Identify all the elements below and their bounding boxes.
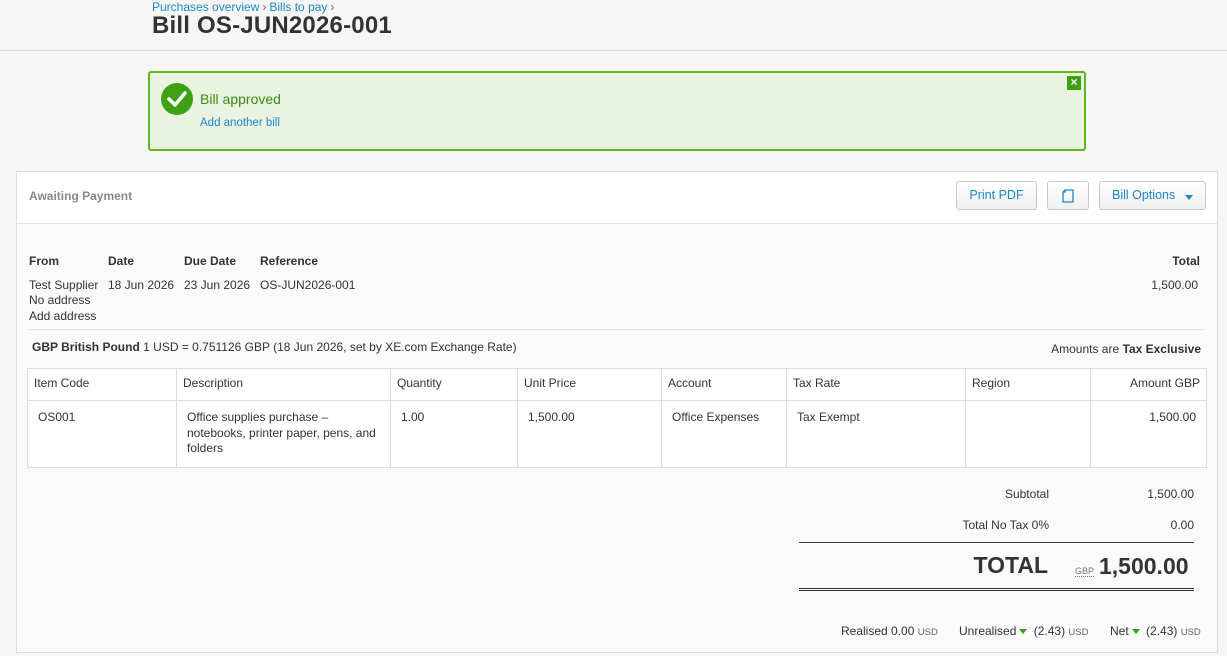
net-label: Net xyxy=(1110,624,1129,638)
table-header-row: Item Code Description Quantity Unit Pric… xyxy=(27,368,1207,401)
cell-amount: 1,500.00 xyxy=(1090,400,1207,468)
grand-total-currency: GBP xyxy=(1075,566,1095,577)
unrealised-label: Unrealised xyxy=(959,624,1017,638)
grand-total-label: TOTAL xyxy=(973,552,1048,578)
caret-down-icon xyxy=(1019,628,1028,634)
copy-icon xyxy=(1062,189,1074,203)
no-address-text: No address xyxy=(29,293,91,307)
tax-mode: Amounts are Tax Exclusive xyxy=(1051,342,1201,356)
tax-total-value: 0.00 xyxy=(1170,518,1194,532)
net-gain[interactable]: Net (2.43) USD xyxy=(1110,624,1201,638)
grand-total-value: 1,500.00 xyxy=(1099,553,1189,579)
page-title: Bill OS-JUN2026-001 xyxy=(152,12,392,39)
col-unit-price: Unit Price xyxy=(517,368,662,401)
close-icon[interactable]: × xyxy=(1067,76,1081,90)
bill-reference: OS-JUN2026-001 xyxy=(260,278,356,292)
total-rule-top xyxy=(799,542,1194,543)
total-heading: Total xyxy=(1172,254,1200,268)
cell-unit-price: 1,500.00 xyxy=(517,400,662,468)
tax-mode-value: Tax Exclusive xyxy=(1122,342,1202,356)
exchange-rate: 1 USD = 0.751126 GBP (18 Jun 2026, set b… xyxy=(143,340,517,354)
add-address-link[interactable]: Add address xyxy=(29,309,96,323)
add-another-bill-link[interactable]: Add another bill xyxy=(200,117,280,129)
due-date-heading: Due Date xyxy=(184,254,237,268)
divider xyxy=(29,329,1204,330)
unrealised-value: (2.43) xyxy=(1033,624,1066,638)
col-item-code: Item Code xyxy=(27,368,177,401)
col-region: Region xyxy=(965,368,1091,401)
unrealised-currency: USD xyxy=(1068,627,1089,638)
realised-label: Realised xyxy=(841,624,888,638)
status-label: Awaiting Payment xyxy=(29,189,133,203)
col-account: Account xyxy=(661,368,787,401)
cell-quantity: 1.00 xyxy=(390,400,518,468)
table-row[interactable]: OS001 Office supplies purchase – noteboo… xyxy=(27,400,1207,468)
line-items-table: Item Code Description Quantity Unit Pric… xyxy=(27,368,1207,468)
net-currency: USD xyxy=(1180,627,1201,638)
copy-button[interactable] xyxy=(1047,181,1089,210)
subtotal-value: 1,500.00 xyxy=(1147,487,1194,501)
cell-item-code: OS001 xyxy=(27,400,177,468)
bill-card: Awaiting Payment Print PDF Bill Options … xyxy=(16,171,1218,653)
check-circle-icon xyxy=(161,83,193,115)
realised-value: 0.00 xyxy=(891,624,915,638)
realised-currency: USD xyxy=(917,627,938,638)
bill-options-label: Bill Options xyxy=(1112,188,1176,202)
supplier-link[interactable]: Test Supplier xyxy=(29,278,98,292)
tax-total-label: Total No Tax 0% xyxy=(962,518,1050,532)
realised-gain: Realised 0.00 USD xyxy=(841,624,938,638)
page-header: Purchases overview › Bills to pay › Bill OS… xyxy=(0,0,1227,51)
bill-options-button[interactable]: Bill Options xyxy=(1099,181,1206,210)
unrealised-gain[interactable]: Unrealised (2.43) USD xyxy=(959,624,1088,638)
chevron-down-icon xyxy=(1185,195,1193,200)
col-quantity: Quantity xyxy=(390,368,518,401)
bill-date: 18 Jun 2026 xyxy=(108,278,175,292)
cell-region xyxy=(965,400,1091,468)
date-heading: Date xyxy=(108,254,135,268)
banner-message: Bill approved xyxy=(200,91,281,107)
col-tax-rate: Tax Rate xyxy=(786,368,966,401)
cell-tax-rate: Tax Exempt xyxy=(786,400,966,468)
subtotal-label: Subtotal xyxy=(1004,487,1049,501)
col-description: Description xyxy=(176,368,391,401)
caret-down-icon xyxy=(1131,628,1140,634)
bill-due-date: 23 Jun 2026 xyxy=(184,278,251,292)
cell-account: Office Expenses xyxy=(661,400,787,468)
bill-total: 1,500.00 xyxy=(1151,278,1198,292)
total-rule-bottom xyxy=(799,588,1194,591)
col-amount: Amount GBP xyxy=(1090,368,1207,401)
cell-description: Office supplies purchase – notebooks, pr… xyxy=(176,400,391,468)
currency-name: GBP British Pound xyxy=(32,340,140,354)
print-pdf-button[interactable]: Print PDF xyxy=(956,181,1037,210)
bill-toolbar: Awaiting Payment Print PDF Bill Options xyxy=(17,172,1217,224)
reference-heading: Reference xyxy=(260,254,319,268)
success-banner: Bill approved Add another bill × xyxy=(148,71,1086,151)
currency-info: GBP British Pound 1 USD = 0.751126 GBP (… xyxy=(32,340,517,354)
net-value: (2.43) xyxy=(1146,624,1178,638)
tax-mode-prefix: Amounts are xyxy=(1051,342,1120,356)
from-heading: From xyxy=(29,254,59,268)
